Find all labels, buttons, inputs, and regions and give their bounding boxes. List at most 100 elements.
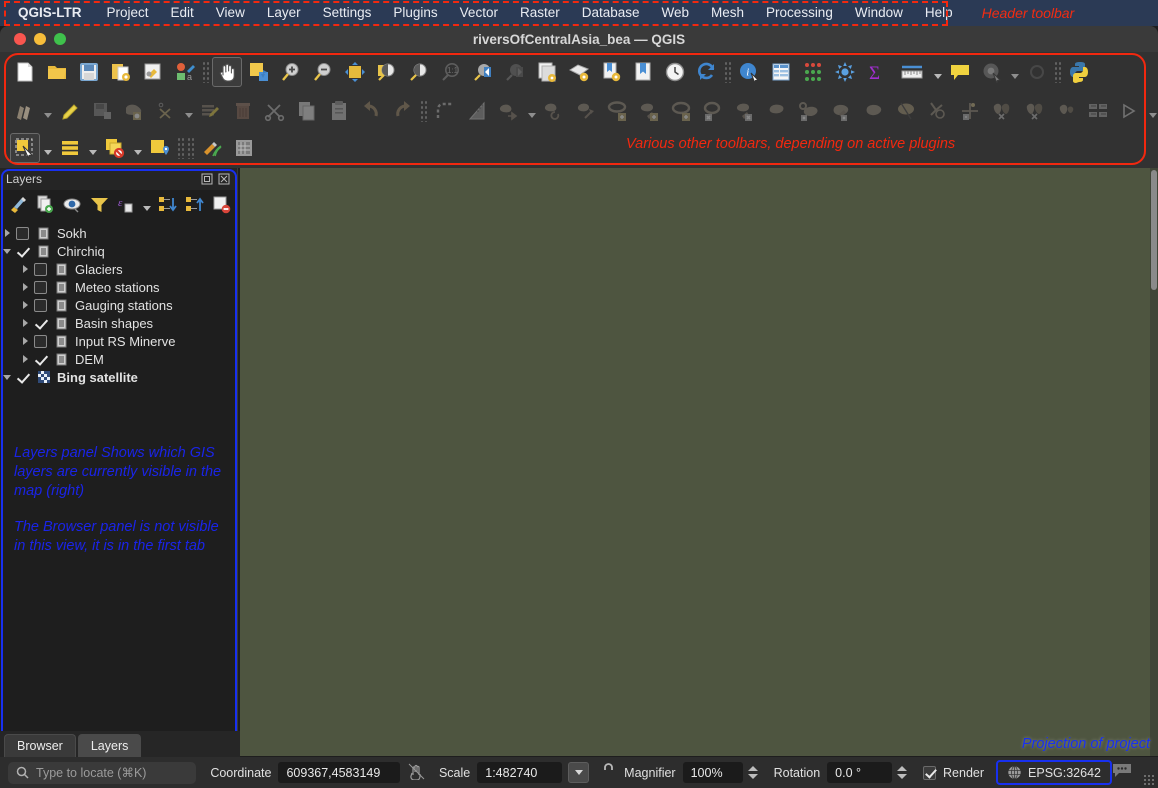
open-project-icon[interactable] (42, 57, 72, 87)
reshape-features-icon[interactable] (763, 96, 793, 126)
menu-item-plugins[interactable]: Plugins (382, 0, 448, 26)
collapse-arrow-bing-satellite[interactable] (0, 368, 14, 386)
shape-digitizing-icon[interactable] (1115, 96, 1145, 126)
reverse-line-icon[interactable] (827, 96, 857, 126)
measure-angle-icon[interactable] (462, 96, 492, 126)
sum-icon[interactable]: Σ (862, 57, 892, 87)
menu-item-help[interactable]: Help (914, 0, 964, 26)
menu-item-database[interactable]: Database (571, 0, 651, 26)
layer-item-bing-satellite[interactable]: Bing satellite (0, 368, 237, 386)
identify-features-icon[interactable]: i (734, 57, 764, 87)
open-attribute-table-icon[interactable] (766, 57, 796, 87)
layer-checkbox-dem[interactable] (34, 353, 47, 366)
split-features-icon[interactable] (891, 96, 921, 126)
fill-ring-icon[interactable] (667, 96, 697, 126)
resize-grip[interactable] (1143, 774, 1155, 786)
zoom-full-icon[interactable] (340, 57, 370, 87)
merge-attributes-icon[interactable] (987, 96, 1017, 126)
select-value-icon[interactable] (145, 133, 175, 163)
offset-point-symbols-icon[interactable] (1051, 96, 1081, 126)
crs-status-button[interactable]: EPSG:32642 (996, 760, 1112, 785)
menu-item-project[interactable]: Project (96, 0, 160, 26)
style-manager-icon[interactable]: a (170, 57, 200, 87)
filter-legend-expression-icon[interactable]: ε (114, 192, 138, 216)
delete-ring-icon[interactable] (699, 96, 729, 126)
menu-item-vector[interactable]: Vector (449, 0, 509, 26)
new-3d-map-view-icon[interactable] (564, 57, 594, 87)
processing-dropdown-caret[interactable] (1009, 57, 1020, 87)
manage-visibility-icon[interactable] (60, 192, 84, 216)
temporal-controller-icon[interactable] (660, 57, 690, 87)
open-layer-styling-icon[interactable] (6, 192, 30, 216)
layer-checkbox-sokh[interactable] (16, 226, 29, 240)
expression-dropdown-caret[interactable] (141, 189, 152, 219)
scale-dropdown[interactable] (567, 762, 590, 783)
toggle-editing-icon[interactable] (55, 96, 85, 126)
layer-item-sokh[interactable]: Sokh (0, 224, 237, 242)
coordinate-value[interactable]: 609367,4583149 (278, 762, 400, 783)
attribute-table-grid-icon[interactable] (1083, 96, 1113, 126)
move-feature-icon[interactable] (494, 96, 524, 126)
shape-digitizing-caret[interactable] (1147, 96, 1158, 126)
filter-legend-icon[interactable] (87, 192, 111, 216)
layer-checkbox-bing-satellite[interactable] (16, 371, 29, 384)
statistical-summary-icon[interactable] (798, 57, 828, 87)
add-part-icon[interactable] (635, 96, 665, 126)
delete-selected-icon[interactable] (228, 96, 258, 126)
collapse-all-icon[interactable] (182, 192, 206, 216)
rotation-stepper[interactable] (895, 762, 909, 783)
menu-item-web[interactable]: Web (651, 0, 701, 26)
menu-item-qgis-ltr[interactable]: QGIS-LTR (10, 0, 96, 26)
offset-curve-icon[interactable] (795, 96, 825, 126)
paste-features-icon[interactable] (324, 96, 354, 126)
expand-arrow-gauging-stations[interactable] (18, 296, 32, 314)
layout-manager-icon[interactable] (628, 57, 658, 87)
copy-features-icon[interactable] (292, 96, 322, 126)
deselect-dropdown-caret[interactable] (132, 133, 143, 163)
project-properties-icon[interactable] (138, 57, 168, 87)
layer-checkbox-gauging-stations[interactable] (34, 298, 47, 312)
delete-part-icon[interactable] (731, 96, 761, 126)
messages-icon[interactable] (1112, 762, 1132, 783)
zoom-next-icon[interactable] (500, 57, 530, 87)
redo-icon[interactable] (388, 96, 418, 126)
map-render[interactable] (240, 168, 1158, 756)
lock-icon[interactable] (601, 762, 616, 784)
move-dropdown-caret[interactable] (526, 96, 537, 126)
layer-checkbox-meteo-stations[interactable] (34, 280, 47, 294)
layer-item-dem[interactable]: DEM (0, 350, 237, 368)
remove-layer-icon[interactable] (209, 192, 233, 216)
rotation-value[interactable]: 0.0 ° (827, 762, 893, 783)
map-scrollbar-vertical[interactable] (1150, 168, 1158, 756)
split-parts-icon[interactable] (923, 96, 953, 126)
menu-item-processing[interactable]: Processing (755, 0, 844, 26)
save-layer-edits-icon[interactable] (87, 96, 117, 126)
layer-item-gauging-stations[interactable]: Gauging stations (0, 296, 237, 314)
expand-all-icon[interactable] (155, 192, 179, 216)
show-processing-icon[interactable] (977, 57, 1007, 87)
current-edits-icon[interactable] (10, 96, 40, 126)
digitizing-tools-icon[interactable] (197, 133, 227, 163)
rotate-point-symbols-icon[interactable] (1019, 96, 1049, 126)
menu-item-layer[interactable]: Layer (256, 0, 312, 26)
map-tips-icon[interactable] (945, 57, 975, 87)
python-console-icon[interactable] (1064, 57, 1094, 87)
pan-map-icon[interactable] (212, 57, 242, 87)
expand-arrow-sokh[interactable] (0, 224, 14, 242)
current-edits-caret[interactable] (42, 96, 53, 126)
zoom-to-layer-icon[interactable] (404, 57, 434, 87)
zoom-last-icon[interactable] (468, 57, 498, 87)
table-dropdown-caret[interactable] (87, 133, 98, 163)
select-features-icon[interactable] (10, 133, 40, 163)
tab-browser[interactable]: Browser (4, 734, 76, 757)
open-table-icon[interactable] (55, 133, 85, 163)
zoom-in-icon[interactable] (276, 57, 306, 87)
menu-item-view[interactable]: View (205, 0, 256, 26)
merge-features-icon[interactable] (955, 96, 985, 126)
save-project-icon[interactable] (74, 57, 104, 87)
vertex-tool-icon[interactable] (151, 96, 181, 126)
select-dropdown-caret[interactable] (42, 133, 53, 163)
collapse-arrow-chirchiq[interactable] (0, 242, 14, 260)
expand-arrow-glaciers[interactable] (18, 260, 32, 278)
magnifier-value[interactable]: 100% (682, 762, 743, 783)
